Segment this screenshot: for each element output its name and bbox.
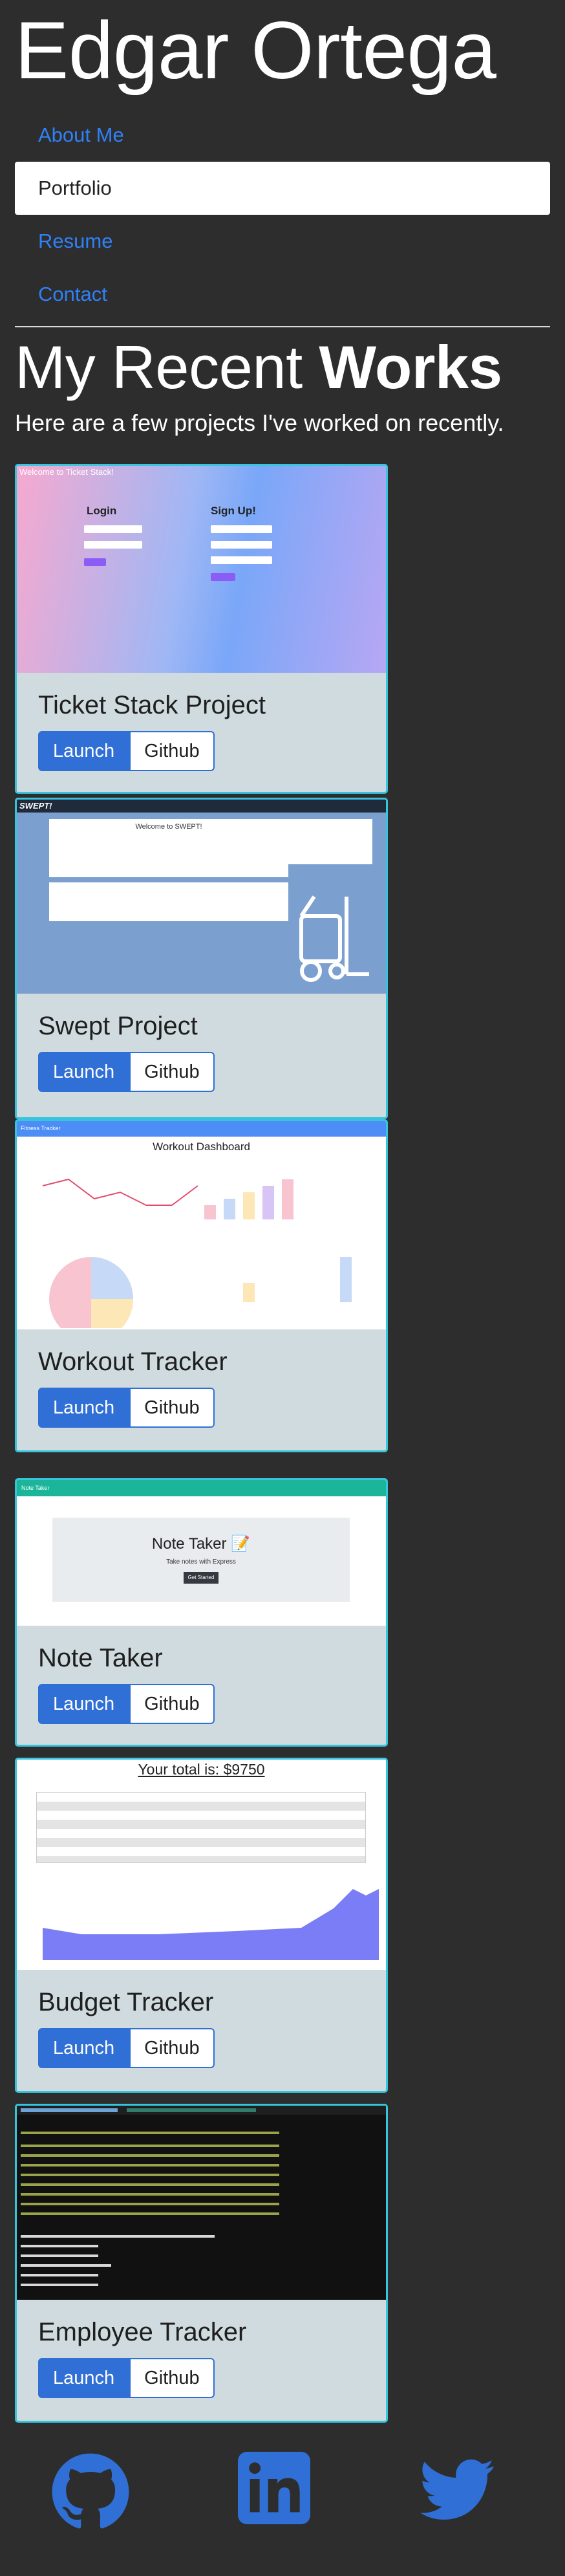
twitter-icon[interactable] <box>420 2452 495 2530</box>
site-header: Edgar Ortega <box>15 0 550 97</box>
site-footer <box>0 2452 565 2549</box>
project-card: Welcome to Ticket Stack! Login Sign Up! … <box>15 464 388 794</box>
section-intro: Here are a few projects I've worked on r… <box>15 409 504 437</box>
launch-button[interactable]: Launch <box>38 2358 130 2398</box>
nav-divider <box>15 326 550 327</box>
screenshot-login-heading: Login <box>87 505 117 517</box>
github-icon[interactable] <box>50 2452 131 2535</box>
site-title: Edgar Ortega <box>15 6 496 96</box>
nav-resume[interactable]: Resume <box>15 215 550 268</box>
screenshot-title: Workout Dashboard <box>153 1141 250 1153</box>
project-screenshot: Note Taker Note Taker 📝 Take notes with … <box>17 1480 386 1626</box>
screenshot-button <box>211 573 235 581</box>
launch-button[interactable]: Launch <box>38 1052 130 1092</box>
screenshot-navbar: Note Taker <box>17 1480 386 1496</box>
nav-portfolio[interactable]: Portfolio <box>15 162 550 215</box>
github-button[interactable]: Github <box>129 1684 215 1724</box>
terminal-output <box>17 2106 386 2286</box>
project-screenshot: Fitness Tracker Workout Dashboard <box>17 1121 386 1329</box>
screenshot-panel: Welcome to SWEPT! <box>49 819 288 877</box>
github-button[interactable]: Github <box>129 1388 215 1428</box>
screenshot-total: Your total is: $9750 <box>138 1761 265 1778</box>
screenshot-panel <box>275 819 372 864</box>
heading-bold: Works <box>319 333 502 401</box>
launch-button[interactable]: Launch <box>38 2028 130 2068</box>
screenshot-input <box>211 541 272 549</box>
nav-contact[interactable]: Contact <box>15 268 550 321</box>
screenshot-jumbotron: Note Taker 📝 Take notes with Express Get… <box>52 1518 350 1602</box>
screenshot-banner: Welcome to Ticket Stack! <box>19 467 114 477</box>
budget-chart <box>43 1889 379 1960</box>
project-card: Note Taker Note Taker 📝 Take notes with … <box>15 1478 388 1747</box>
screenshot-table <box>36 1792 366 1863</box>
screenshot-input <box>84 525 142 533</box>
screenshot-input <box>211 525 272 533</box>
main-nav: About Me Portfolio Resume Contact <box>15 109 550 321</box>
forklift-icon <box>299 895 369 982</box>
project-card: Employee Tracker Launch Github <box>15 2104 388 2423</box>
section-heading: My Recent Works <box>15 334 550 400</box>
linkedin-icon[interactable] <box>238 2452 310 2527</box>
screenshot-panel <box>49 882 288 921</box>
project-title: Employee Tracker <box>38 2318 247 2346</box>
project-card: SWEPT! Welcome to SWEPT! Swept Project L… <box>15 798 388 1119</box>
project-title: Budget Tracker <box>38 1988 214 2016</box>
screenshot-input <box>84 541 142 549</box>
project-screenshot <box>17 2106 386 2300</box>
github-button[interactable]: Github <box>129 731 215 771</box>
project-screenshot: Your total is: $9750 <box>17 1760 386 1970</box>
github-button[interactable]: Github <box>129 1052 215 1092</box>
launch-button[interactable]: Launch <box>38 1684 130 1724</box>
project-screenshot: SWEPT! Welcome to SWEPT! <box>17 800 386 994</box>
project-card: Fitness Tracker Workout Dashboard Workou… <box>15 1119 388 1452</box>
project-screenshot: Welcome to Ticket Stack! Login Sign Up! <box>17 466 386 673</box>
project-title: Ticket Stack Project <box>38 691 266 719</box>
project-title: Workout Tracker <box>38 1348 228 1376</box>
screenshot-signup-heading: Sign Up! <box>211 505 256 517</box>
project-card: Your total is: $9750 Budget Tracker Laun… <box>15 1758 388 2093</box>
screenshot-navbar <box>17 800 386 813</box>
nav-about[interactable]: About Me <box>15 109 550 162</box>
launch-button[interactable]: Launch <box>38 1388 130 1428</box>
heading-light: My Recent <box>15 333 303 401</box>
screenshot-input <box>211 556 272 564</box>
github-button[interactable]: Github <box>129 2358 215 2398</box>
screenshot-button <box>84 558 106 566</box>
screenshot-navbar: Fitness Tracker <box>17 1121 386 1137</box>
launch-button[interactable]: Launch <box>38 731 130 771</box>
dashboard-charts <box>42 1178 352 1328</box>
project-title: Swept Project <box>38 1012 198 1040</box>
project-title: Note Taker <box>38 1644 163 1672</box>
screenshot-logo: SWEPT! <box>19 801 52 811</box>
github-button[interactable]: Github <box>129 2028 215 2068</box>
